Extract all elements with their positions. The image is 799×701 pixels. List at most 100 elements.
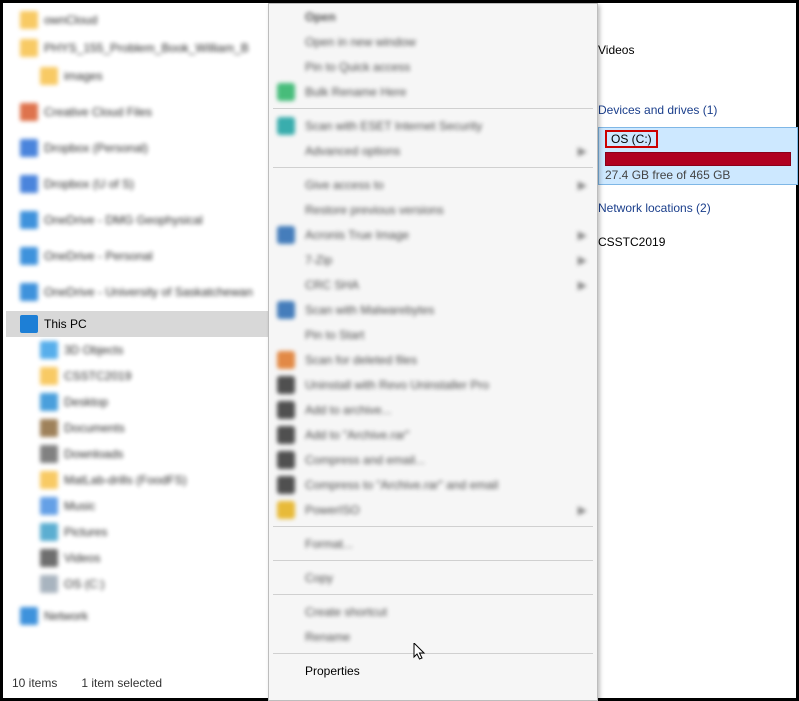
sidebar-item-label: Documents: [64, 421, 125, 435]
sidebar-item[interactable]: Dropbox (Personal): [6, 135, 268, 161]
sidebar-item[interactable]: ownCloud: [6, 7, 268, 33]
context-menu-item[interactable]: Acronis True Image ▶: [269, 222, 597, 247]
sidebar-item-label: images: [64, 69, 103, 83]
sidebar-item[interactable]: Downloads: [6, 441, 268, 467]
sidebar-item[interactable]: Creative Cloud Files: [6, 99, 268, 125]
section-network-locations[interactable]: Network locations (2): [598, 201, 711, 215]
context-menu-item[interactable]: Add to archive...: [269, 397, 597, 422]
context-menu-item[interactable]: Properties: [269, 658, 597, 683]
folder-icon: [20, 175, 38, 193]
context-menu-item[interactable]: Open in new window: [269, 29, 597, 54]
menu-item-label: Pin to Quick access: [305, 60, 410, 74]
folder-icon: [20, 247, 38, 265]
menu-item-label: Properties: [305, 664, 360, 678]
menu-item-label: Bulk Rename Here: [305, 85, 406, 99]
context-menu-item[interactable]: Format...: [269, 531, 597, 556]
menu-item-icon: [277, 301, 295, 319]
context-menu[interactable]: OpenOpen in new window Pin to Quick acces…: [268, 3, 598, 701]
context-menu-item[interactable]: Scan with ESET Internet Security: [269, 113, 597, 138]
system-folder-videos[interactable]: Videos: [598, 43, 634, 57]
menu-item-label: CRC SHA: [305, 278, 359, 292]
menu-item-label: Create shortcut: [305, 605, 387, 619]
context-menu-item[interactable]: Compress and email...: [269, 447, 597, 472]
network-icon: [20, 607, 38, 625]
context-menu-item[interactable]: Advanced options▶: [269, 138, 597, 163]
section-devices-drives[interactable]: Devices and drives (1): [598, 103, 717, 117]
sidebar-item-label: OneDrive - University of Saskatchewan: [44, 285, 253, 299]
context-menu-item[interactable]: Compress to "Archive.rar" and email: [269, 472, 597, 497]
sidebar-item-label: PHYS_155_Problem_Book_William_B: [44, 41, 249, 55]
sidebar-item[interactable]: Documents: [6, 415, 268, 441]
context-menu-item[interactable]: Add to "Archive.rar": [269, 422, 597, 447]
context-menu-item[interactable]: Uninstall with Revo Uninstaller Pro: [269, 372, 597, 397]
context-menu-item[interactable]: PowerISO▶: [269, 497, 597, 522]
menu-item-label: Copy: [305, 571, 333, 585]
network-location-item[interactable]: CSSTC2019: [598, 235, 665, 249]
sidebar-item[interactable]: Videos: [6, 545, 268, 571]
sidebar-item-label: Music: [64, 499, 95, 513]
context-menu-item[interactable]: Restore previous versions: [269, 197, 597, 222]
status-item-count: 10 items: [12, 676, 57, 690]
sidebar-item-this-pc[interactable]: This PC: [6, 311, 268, 337]
menu-item-label: Rename: [305, 630, 350, 644]
status-selection: 1 item selected: [81, 676, 162, 690]
sidebar-item[interactable]: OneDrive - DMG Geophysical: [6, 207, 268, 233]
sidebar-item[interactable]: OS (C:): [6, 571, 268, 597]
sidebar-item[interactable]: PHYS_155_Problem_Book_William_B: [6, 35, 268, 61]
sidebar-item[interactable]: Pictures: [6, 519, 268, 545]
sidebar-item[interactable]: CSSTC2019: [6, 363, 268, 389]
chevron-right-icon: ▶: [578, 278, 587, 292]
sidebar-item-label: Downloads: [64, 447, 123, 461]
sidebar-item[interactable]: OneDrive - Personal: [6, 243, 268, 269]
sidebar-item[interactable]: Dropbox (U of S): [6, 171, 268, 197]
sidebar-item[interactable]: Music: [6, 493, 268, 519]
context-menu-item[interactable]: Rename: [269, 624, 597, 649]
context-menu-item[interactable]: Create shortcut: [269, 599, 597, 624]
sidebar-item-label: OS (C:): [64, 577, 105, 591]
menu-item-icon: [277, 117, 295, 135]
context-menu-item[interactable]: 7-Zip▶: [269, 247, 597, 272]
context-menu-separator: [273, 594, 593, 595]
context-menu-separator: [273, 653, 593, 654]
context-menu-item[interactable]: Pin to Quick access: [269, 54, 597, 79]
context-menu-item[interactable]: Bulk Rename Here: [269, 79, 597, 104]
pc-icon: [20, 315, 38, 333]
chevron-right-icon: ▶: [578, 503, 587, 517]
context-menu-item[interactable]: Scan with Malwarebytes: [269, 297, 597, 322]
context-menu-item[interactable]: Open: [269, 4, 597, 29]
context-menu-item[interactable]: CRC SHA ▶: [269, 272, 597, 297]
sidebar-item[interactable]: images: [6, 63, 268, 89]
context-menu-item[interactable]: Copy: [269, 565, 597, 590]
context-menu-item[interactable]: Pin to Start: [269, 322, 597, 347]
sidebar-item[interactable]: Desktop: [6, 389, 268, 415]
menu-item-icon: [277, 226, 295, 244]
context-menu-item[interactable]: Scan for deleted files: [269, 347, 597, 372]
sidebar-item[interactable]: MatLab-drills (FoodFS): [6, 467, 268, 493]
context-menu-separator: [273, 560, 593, 561]
sidebar-item-label: 3D Objects: [64, 343, 123, 357]
menu-item-icon: [277, 83, 295, 101]
sidebar-item-label: Desktop: [64, 395, 108, 409]
folder-icon: [20, 211, 38, 229]
context-menu-item[interactable]: Give access to ▶: [269, 172, 597, 197]
sidebar-item[interactable]: 3D Objects: [6, 337, 268, 363]
sidebar-item-network[interactable]: Network: [6, 603, 268, 629]
menu-item-label: Restore previous versions: [305, 203, 444, 217]
menu-item-label: Acronis True Image: [305, 228, 409, 242]
sidebar-item[interactable]: OneDrive - University of Saskatchewan: [6, 279, 268, 305]
menu-item-label: Uninstall with Revo Uninstaller Pro: [305, 378, 489, 392]
folder-icon: [40, 393, 58, 411]
folder-icon: [40, 471, 58, 489]
menu-item-label: Give access to: [305, 178, 384, 192]
sidebar-item-label: Dropbox (U of S): [44, 177, 134, 191]
folder-icon: [20, 103, 38, 121]
folder-icon: [20, 11, 38, 29]
folder-icon: [40, 575, 58, 593]
chevron-right-icon: ▶: [578, 228, 587, 242]
menu-item-icon: [277, 451, 295, 469]
chevron-right-icon: ▶: [578, 178, 587, 192]
folder-icon: [40, 367, 58, 385]
menu-item-icon: [277, 426, 295, 444]
folder-icon: [20, 139, 38, 157]
drive-os-c[interactable]: OS (C:) 27.4 GB free of 465 GB: [598, 127, 798, 185]
